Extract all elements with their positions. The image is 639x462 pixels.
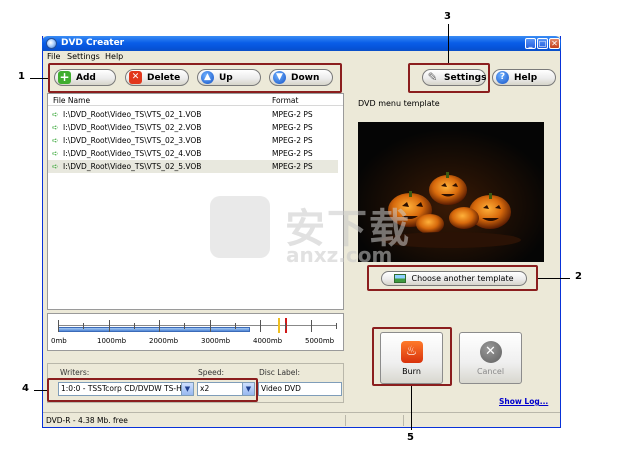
callout-leader [448, 24, 449, 63]
question-icon: ? [496, 71, 509, 84]
highlight-settings [408, 63, 490, 93]
gauge-label: 0mb [51, 337, 67, 345]
file-list-header: File Name Format [48, 94, 343, 106]
gauge-tick [134, 323, 135, 329]
highlight-choose-template [367, 265, 538, 291]
gauge-used-fill [58, 327, 250, 332]
cancel-button[interactable]: ✕ Cancel [459, 332, 522, 384]
file-row-selected[interactable]: ➪ I:\DVD_Root\Video_TS\VTS_02_5.VOB MPEG… [48, 160, 338, 173]
writers-label: Writers: [60, 368, 90, 377]
callout-leader [30, 78, 48, 79]
close-button[interactable]: ✕ [549, 38, 560, 49]
file-format: MPEG-2 PS [272, 110, 313, 119]
file-row[interactable]: ➪ I:\DVD_Root\Video_TS\VTS_02_1.VOB MPEG… [48, 108, 338, 121]
callout-leader [411, 386, 412, 430]
title-bar: DVD Creater _ □ ✕ [42, 36, 561, 51]
speed-label: Speed: [198, 368, 225, 377]
gauge-label: 3000mb [201, 337, 231, 345]
file-arrow-icon: ➪ [52, 149, 59, 158]
status-divider [345, 415, 346, 426]
gauge-tick [311, 320, 312, 332]
gauge-label: 1000mb [97, 337, 127, 345]
gauge-label: 2000mb [149, 337, 179, 345]
cancel-button-label: Cancel [476, 367, 505, 376]
highlight-toolbar-left [48, 63, 342, 93]
watermark-shield-logo [210, 196, 270, 258]
gauge-tick [159, 320, 160, 332]
cancel-x-icon: ✕ [479, 341, 502, 363]
gauge-tick [285, 323, 286, 329]
disc-label-label: Disc Label: [259, 368, 301, 377]
file-format: MPEG-2 PS [272, 136, 313, 145]
file-arrow-icon: ➪ [52, 162, 59, 171]
dvd5-limit-marker [278, 318, 280, 333]
file-name: I:\DVD_Root\Video_TS\VTS_02_3.VOB [63, 136, 202, 145]
file-arrow-icon: ➪ [52, 123, 59, 132]
callout-5: 5 [407, 432, 414, 443]
gauge-axis [58, 325, 336, 326]
gauge-tick [235, 323, 236, 329]
file-name: I:\DVD_Root\Video_TS\VTS_02_2.VOB [63, 123, 202, 132]
capacity-gauge: 0mb 1000mb 2000mb 3000mb 4000mb 5000mb [47, 313, 344, 351]
gauge-tick [260, 320, 261, 332]
minimize-button[interactable]: _ [525, 38, 536, 49]
callout-leader [34, 390, 47, 391]
gauge-tick [184, 323, 185, 329]
file-row[interactable]: ➪ I:\DVD_Root\Video_TS\VTS_02_3.VOB MPEG… [48, 134, 338, 147]
callout-4: 4 [22, 383, 29, 394]
file-format: MPEG-2 PS [272, 123, 313, 132]
help-button-label: Help [514, 72, 538, 83]
file-name: I:\DVD_Root\Video_TS\VTS_02_1.VOB [63, 110, 202, 119]
gauge-tick [336, 323, 337, 329]
file-format: MPEG-2 PS [272, 149, 313, 158]
status-bar: DVD-R - 4.38 Mb. free [43, 412, 560, 427]
column-format[interactable]: Format [272, 96, 298, 105]
callout-1: 1 [18, 71, 25, 82]
file-row[interactable]: ➪ I:\DVD_Root\Video_TS\VTS_02_2.VOB MPEG… [48, 121, 338, 134]
disc-label-input[interactable]: Video DVD [258, 382, 342, 396]
file-row[interactable]: ➪ I:\DVD_Root\Video_TS\VTS_02_4.VOB MPEG… [48, 147, 338, 160]
column-file-name[interactable]: File Name [53, 96, 90, 105]
menu-file[interactable]: File [47, 52, 60, 61]
file-format: MPEG-2 PS [272, 162, 313, 171]
gauge-label: 4000mb [253, 337, 283, 345]
gauge-tick [210, 320, 211, 332]
gauge-tick [58, 320, 59, 332]
menu-settings[interactable]: Settings [67, 52, 100, 61]
callout-3: 3 [444, 11, 451, 22]
template-label: DVD menu template [358, 99, 440, 108]
window-title: DVD Creater [61, 38, 125, 48]
file-arrow-icon: ➪ [52, 110, 59, 119]
status-text: DVD-R - 4.38 Mb. free [46, 416, 128, 425]
help-button[interactable]: ? Help [492, 69, 556, 86]
file-name: I:\DVD_Root\Video_TS\VTS_02_4.VOB [63, 149, 202, 158]
watermark-url: anxz.com [286, 243, 393, 267]
callout-leader [538, 278, 570, 279]
file-name: I:\DVD_Root\Video_TS\VTS_02_5.VOB [63, 162, 202, 171]
show-log-link[interactable]: Show Log... [499, 397, 548, 406]
maximize-button[interactable]: □ [537, 38, 548, 49]
gauge-tick [83, 323, 84, 329]
file-arrow-icon: ➪ [52, 136, 59, 145]
gauge-tick [109, 320, 110, 332]
status-divider [403, 415, 404, 426]
gauge-label: 5000mb [305, 337, 335, 345]
highlight-writer-speed [47, 378, 258, 402]
callout-2: 2 [575, 271, 582, 282]
menu-help[interactable]: Help [105, 52, 123, 61]
highlight-burn [372, 327, 452, 386]
app-icon [46, 38, 57, 49]
